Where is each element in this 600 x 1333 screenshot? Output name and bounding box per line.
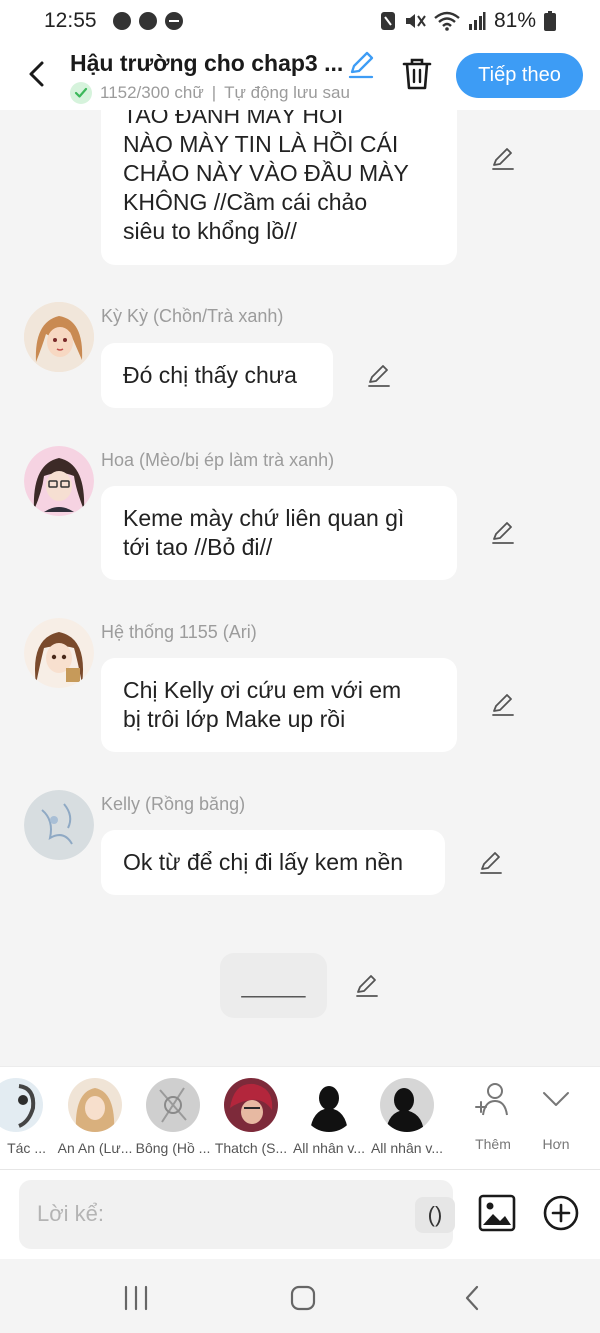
narration-input[interactable] <box>37 1198 397 1230</box>
character-selector: Tác ... An An (Lư... Bông (Hồ ... Thatch… <box>0 1066 600 1169</box>
message-bubble[interactable]: Chị Kelly ơi cứu em với em bị trôi lớp M… <box>101 658 457 752</box>
edit-message-icon[interactable] <box>354 973 380 999</box>
message-line: tới tao //Bỏ đi// <box>123 534 273 560</box>
home-button[interactable] <box>288 1283 318 1313</box>
speaker-name: Hệ thống 1155 (Ari) <box>101 622 257 642</box>
status-time: 12:55 <box>44 9 97 32</box>
message-line: Ok từ để chị đi lấy kem nền <box>123 849 404 875</box>
message-bubble[interactable]: Keme mày chứ liên quan gì tới tao //Bỏ đ… <box>101 486 457 580</box>
back-button[interactable] <box>18 56 54 92</box>
message-bubble[interactable]: Đó chị thấy chưa <box>101 343 333 408</box>
pencil-icon <box>348 51 374 79</box>
character-name: All nhân v... <box>292 1140 366 1156</box>
composer-bar: () <box>0 1169 600 1259</box>
mute-icon <box>405 14 426 28</box>
edit-message-icon[interactable] <box>490 520 516 546</box>
word-count: 1152/300 chữ <box>100 83 204 102</box>
battery-icon <box>544 11 556 31</box>
add-button[interactable] <box>542 1194 580 1232</box>
message-bubble[interactable]: Ok từ để chị đi lấy kem nền <box>101 830 445 895</box>
character-name: An An (Lư... <box>57 1140 133 1156</box>
message-line: TAO ĐÁNH MÀY HỎI <box>123 110 344 128</box>
character-option[interactable]: An An (Lư... <box>55 1078 135 1156</box>
notification-icon <box>112 12 131 30</box>
message-bubble[interactable]: TAO ĐÁNH MÀY HỎI NÀO MÀY TIN LÀ HỒI CÁI … <box>101 110 457 265</box>
character-avatar[interactable] <box>24 302 94 372</box>
delete-button[interactable] <box>400 56 434 92</box>
wifi-icon <box>434 11 460 31</box>
more-characters-button[interactable]: Hơn <box>526 1079 586 1152</box>
nfc-icon <box>380 12 395 30</box>
message-line: Chị Kelly ơi cứu em với em <box>123 677 402 703</box>
speaker-name: Hoa (Mèo/bị ép làm trà xanh) <box>101 450 335 470</box>
signal-icon <box>468 12 486 30</box>
edit-message-icon[interactable] <box>490 146 516 172</box>
system-back-button[interactable] <box>458 1283 488 1313</box>
character-option[interactable]: Tác ... <box>0 1078 56 1156</box>
character-name: Bông (Hồ ... <box>135 1140 211 1156</box>
chevron-down-icon <box>543 1092 569 1106</box>
edit-message-icon[interactable] <box>478 850 504 876</box>
notification-icon <box>138 12 157 30</box>
message-line: bị trôi lớp Make up rồi <box>123 706 346 732</box>
edit-title-button[interactable] <box>346 50 376 80</box>
character-avatar <box>68 1078 122 1132</box>
character-avatar[interactable] <box>24 790 94 860</box>
recent-apps-button[interactable] <box>121 1283 151 1313</box>
battery-percentage: 81% <box>493 9 536 32</box>
message-line: NÀO MÀY TIN LÀ HỒI CÁI <box>123 131 399 157</box>
check-circle-icon <box>70 82 92 104</box>
speaker-name: Kỳ Kỳ (Chồn/Trà xanh) <box>101 306 284 326</box>
save-status: 1152/300 chữ | Tự động lưu sau <box>70 82 375 104</box>
edit-message-icon[interactable] <box>490 692 516 718</box>
character-avatar <box>302 1078 356 1132</box>
parenthesis-button[interactable]: () <box>415 1197 455 1233</box>
message-line: KHÔNG //Cầm cái chảo <box>123 189 368 215</box>
character-avatar[interactable] <box>24 446 94 516</box>
narration-bubble[interactable]: _____ <box>220 953 327 1018</box>
chapter-title[interactable]: Hậu trường cho chap3 ... <box>70 50 350 77</box>
message-line: Keme mày chứ liên quan gì <box>123 505 405 531</box>
add-character-button[interactable]: Thêm <box>463 1079 523 1152</box>
trash-icon <box>402 58 432 90</box>
top-app-bar: Hậu trường cho chap3 ... 1152/300 chữ | … <box>0 42 600 110</box>
message-line: _____ <box>241 972 306 998</box>
story-chat: TAO ĐÁNH MÀY HỎI NÀO MÀY TIN LÀ HỒI CÁI … <box>0 110 600 1066</box>
add-character-label: Thêm <box>475 1136 511 1152</box>
edit-message-icon[interactable] <box>366 363 392 389</box>
autosave-text: Tự động lưu sau <box>224 83 350 102</box>
character-option[interactable]: Bông (Hồ ... <box>133 1078 213 1156</box>
character-option[interactable]: All nhân v... <box>289 1078 369 1156</box>
narration-field[interactable]: () <box>19 1180 455 1249</box>
more-characters-label: Hơn <box>542 1136 570 1152</box>
insert-image-button[interactable] <box>477 1193 517 1233</box>
image-icon <box>478 1194 516 1232</box>
status-bar: 12:55 81% <box>0 0 600 42</box>
character-avatar <box>146 1078 200 1132</box>
next-button[interactable]: Tiếp theo <box>456 53 583 98</box>
character-avatar <box>380 1078 434 1132</box>
add-user-icon <box>475 1083 508 1116</box>
character-name: Thatch (S... <box>214 1140 288 1156</box>
message-line: siêu to khổng lồ// <box>123 218 297 244</box>
do-not-disturb-icon <box>164 12 183 30</box>
chevron-left-icon <box>29 61 44 87</box>
plus-circle-icon <box>543 1195 579 1231</box>
character-avatar <box>224 1078 278 1132</box>
message-line: Đó chị thấy chưa <box>123 362 297 388</box>
separator: | <box>211 83 217 102</box>
speaker-name: Kelly (Rồng băng) <box>101 794 246 814</box>
system-navigation-bar <box>0 1259 600 1333</box>
character-option[interactable]: All nhân v... <box>367 1078 447 1156</box>
message-line: CHẢO NÀY VÀO ĐẦU MÀY <box>123 160 409 186</box>
character-name: All nhân v... <box>370 1140 444 1156</box>
character-avatar[interactable] <box>24 618 94 688</box>
character-avatar <box>0 1078 43 1132</box>
character-name: Tác ... <box>7 1140 46 1156</box>
character-option[interactable]: Thatch (S... <box>211 1078 291 1156</box>
